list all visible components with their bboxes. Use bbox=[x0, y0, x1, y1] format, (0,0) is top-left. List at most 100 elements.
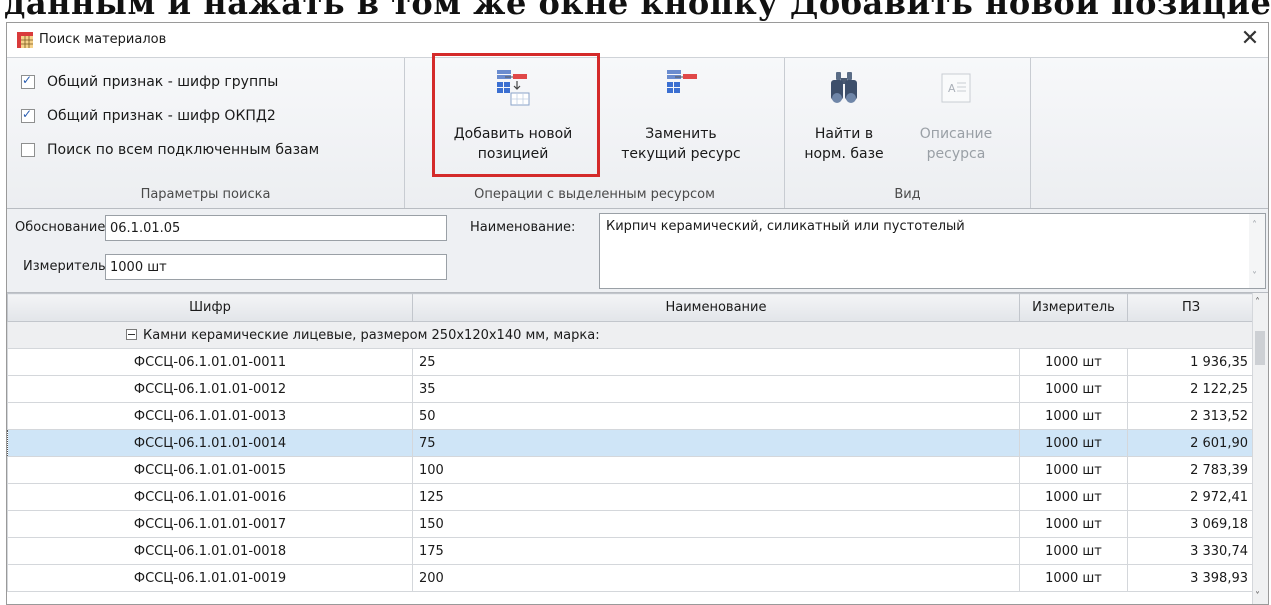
collapse-icon[interactable] bbox=[126, 328, 137, 340]
table-row[interactable]: ФССЦ-06.1.01.01-0019 200 1000 шт 3 398,9… bbox=[7, 564, 1253, 592]
find-in-norm-base-button[interactable]: Найти в норм. базе bbox=[789, 62, 899, 174]
name-label: Наименование: bbox=[470, 220, 576, 235]
price-cell: 3 069,18 bbox=[1127, 510, 1253, 538]
group-title: Камни керамические лицевые, размером 250… bbox=[143, 327, 600, 343]
search-params-group: Общий признак - шифр группы Общий призна… bbox=[7, 58, 405, 208]
svg-text:A: A bbox=[948, 82, 956, 95]
name-cell: 100 bbox=[412, 456, 1020, 484]
scrollbar-thumb[interactable] bbox=[1255, 331, 1265, 365]
column-code[interactable]: Шифр bbox=[7, 293, 413, 322]
unit-label: Измеритель: bbox=[23, 259, 111, 274]
name-field-scrollbar[interactable]: ˄ ˅ bbox=[1249, 214, 1265, 288]
okpd2-code-checkbox[interactable] bbox=[21, 107, 35, 123]
name-cell: 150 bbox=[412, 510, 1020, 538]
label-line: Добавить новой bbox=[453, 126, 573, 142]
option-label: Поиск по всем подключенным базам bbox=[47, 142, 320, 158]
table-row[interactable]: ФССЦ-06.1.01.01-0015 100 1000 шт 2 783,3… bbox=[7, 456, 1253, 484]
unit-cell: 1000 шт bbox=[1019, 375, 1128, 403]
price-cell: 2 122,25 bbox=[1127, 375, 1253, 403]
unit-cell: 1000 шт bbox=[1019, 564, 1128, 592]
name-cell: 35 bbox=[412, 375, 1020, 403]
add-new-position-button[interactable]: Добавить новой позицией bbox=[435, 62, 591, 174]
group-row[interactable]: Камни керамические лицевые, размером 250… bbox=[7, 321, 1253, 349]
price-cell: 2 972,41 bbox=[1127, 483, 1253, 511]
price-cell: 3 330,74 bbox=[1127, 537, 1253, 565]
scroll-down-icon[interactable]: ˅ bbox=[1252, 271, 1257, 282]
grid-table-icon bbox=[17, 32, 33, 48]
column-unit[interactable]: Измеритель bbox=[1019, 293, 1128, 322]
unit-cell: 1000 шт bbox=[1019, 402, 1128, 430]
scroll-down-icon[interactable]: ˅ bbox=[1255, 591, 1260, 602]
unit-cell: 1000 шт bbox=[1019, 537, 1128, 565]
label-line: Заменить bbox=[645, 126, 717, 142]
group-cell: Камни керамические лицевые, размером 250… bbox=[7, 321, 1253, 349]
table-scrollbar[interactable]: ˄ ˅ bbox=[1252, 293, 1268, 604]
price-cell: 2 783,39 bbox=[1127, 456, 1253, 484]
find-in-norm-base-label: Найти в норм. базе bbox=[789, 124, 899, 164]
name-cell: 50 bbox=[412, 402, 1020, 430]
group-label: Вид bbox=[894, 187, 921, 202]
binoculars-icon bbox=[831, 72, 857, 103]
code-cell: ФССЦ-06.1.01.01-0012 bbox=[7, 375, 413, 403]
option-okpd2-code[interactable]: Общий признак - шифр ОКПД2 bbox=[21, 106, 276, 126]
basis-label: Обоснование: bbox=[15, 220, 110, 235]
unit-cell: 1000 шт bbox=[1019, 348, 1128, 376]
price-cell: 2 601,90 bbox=[1127, 429, 1253, 457]
scroll-up-icon[interactable]: ˄ bbox=[1255, 297, 1260, 308]
label-line: ресурса bbox=[926, 146, 986, 162]
materials-search-window: Поиск материалов ✕ Общий признак - шифр … bbox=[6, 22, 1269, 605]
label-line: позицией bbox=[477, 146, 549, 162]
column-name[interactable]: Наименование bbox=[412, 293, 1020, 322]
close-icon[interactable]: ✕ bbox=[1236, 25, 1264, 53]
basis-field[interactable] bbox=[105, 215, 447, 241]
name-cell: 200 bbox=[412, 564, 1020, 592]
table-row[interactable]: ФССЦ-06.1.01.01-0013 50 1000 шт 2 313,52 bbox=[7, 402, 1253, 430]
add-position-icon bbox=[497, 70, 530, 106]
label-line: текущий ресурс bbox=[621, 146, 741, 162]
group-code-checkbox[interactable] bbox=[21, 73, 35, 89]
table-header: Шифр Наименование Измеритель ПЗ bbox=[7, 293, 1253, 322]
code-cell: ФССЦ-06.1.01.01-0015 bbox=[7, 456, 413, 484]
materials-table: Шифр Наименование Измеритель ПЗ Камни ке… bbox=[7, 293, 1254, 604]
replace-resource-icon bbox=[667, 70, 697, 93]
name-value: Кирпич керамический, силикатный или пуст… bbox=[606, 219, 965, 234]
all-databases-checkbox[interactable] bbox=[21, 143, 35, 157]
price-cell: 3 398,93 bbox=[1127, 564, 1253, 592]
unit-field[interactable] bbox=[105, 254, 447, 280]
resource-description-label: Описание ресурса bbox=[901, 124, 1011, 164]
title-bar: Поиск материалов ✕ bbox=[7, 23, 1268, 57]
table-row[interactable]: ФССЦ-06.1.01.01-0011 25 1000 шт 1 936,35 bbox=[7, 348, 1253, 376]
replace-current-resource-label: Заменить текущий ресурс bbox=[603, 124, 759, 164]
add-new-position-label: Добавить новой позицией bbox=[435, 124, 591, 164]
price-cell: 1 936,35 bbox=[1127, 348, 1253, 376]
table-row[interactable]: ФССЦ-06.1.01.01-0018 175 1000 шт 3 330,7… bbox=[7, 537, 1253, 565]
document-caption: данным и нажать в том же окне кнопку Доб… bbox=[0, 0, 1271, 22]
ribbon: Общий признак - шифр группы Общий призна… bbox=[7, 57, 1268, 209]
price-cell: 2 313,52 bbox=[1127, 402, 1253, 430]
table-row[interactable]: ФССЦ-06.1.01.01-0017 150 1000 шт 3 069,1… bbox=[7, 510, 1253, 538]
label-line: Найти в bbox=[814, 126, 874, 142]
name-field[interactable]: Кирпич керамический, силикатный или пуст… bbox=[599, 213, 1266, 289]
name-cell: 75 bbox=[412, 429, 1020, 457]
unit-cell: 1000 шт bbox=[1019, 510, 1128, 538]
option-group-code[interactable]: Общий признак - шифр группы bbox=[21, 72, 278, 92]
column-price[interactable]: ПЗ bbox=[1127, 293, 1253, 322]
view-group: Найти в норм. базе A Описание ресурса Ви… bbox=[785, 58, 1031, 208]
unit-cell: 1000 шт bbox=[1019, 483, 1128, 511]
option-all-databases[interactable]: Поиск по всем подключенным базам bbox=[21, 140, 319, 160]
table-row[interactable]: ФССЦ-06.1.01.01-0016 125 1000 шт 2 972,4… bbox=[7, 483, 1253, 511]
table-row[interactable]: ФССЦ-06.1.01.01-0014 75 1000 шт 2 601,90 bbox=[7, 429, 1253, 457]
code-cell: ФССЦ-06.1.01.01-0017 bbox=[7, 510, 413, 538]
code-cell: ФССЦ-06.1.01.01-0018 bbox=[7, 537, 413, 565]
resource-fields: Обоснование: Измеритель: Наименование: К… bbox=[7, 209, 1268, 293]
name-cell: 125 bbox=[412, 483, 1020, 511]
label-line: норм. базе bbox=[804, 146, 884, 162]
resource-description-button[interactable]: A Описание ресурса bbox=[901, 62, 1011, 174]
replace-current-resource-button[interactable]: Заменить текущий ресурс bbox=[603, 62, 759, 174]
scroll-up-icon[interactable]: ˄ bbox=[1252, 220, 1257, 231]
option-label: Общий признак - шифр ОКПД2 bbox=[47, 108, 276, 124]
name-cell: 25 bbox=[412, 348, 1020, 376]
code-cell: ФССЦ-06.1.01.01-0011 bbox=[7, 348, 413, 376]
unit-cell: 1000 шт bbox=[1019, 456, 1128, 484]
table-row[interactable]: ФССЦ-06.1.01.01-0012 35 1000 шт 2 122,25 bbox=[7, 375, 1253, 403]
